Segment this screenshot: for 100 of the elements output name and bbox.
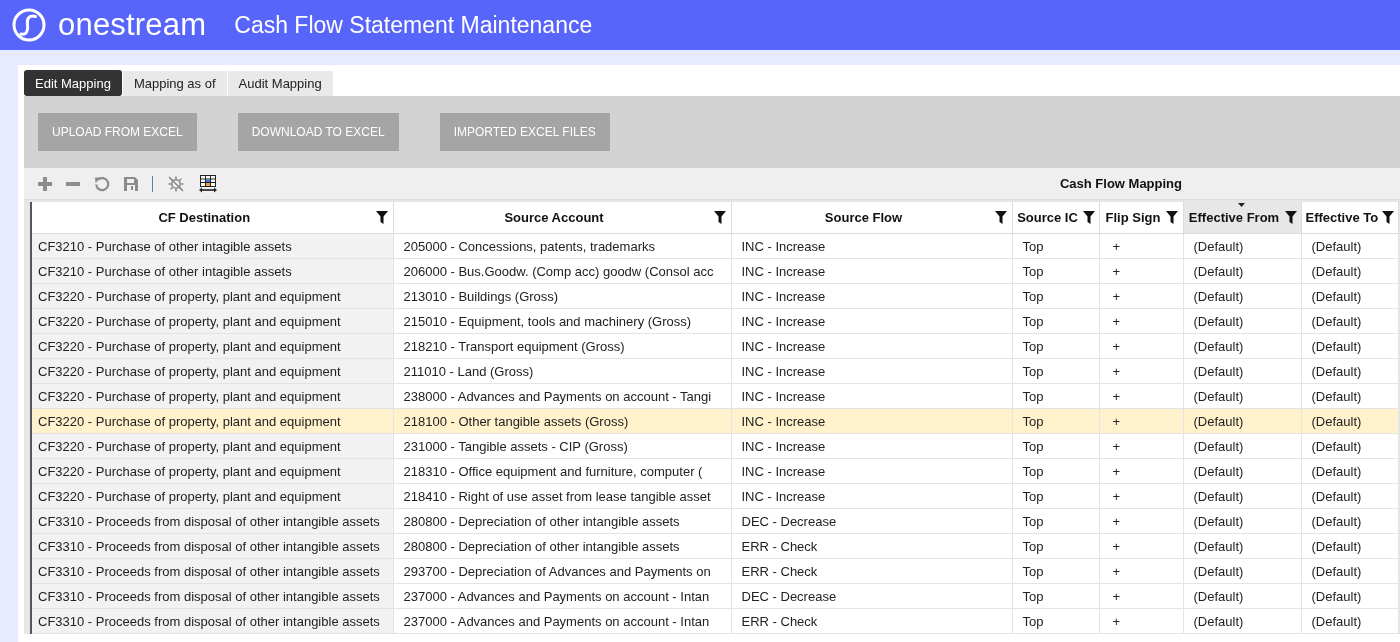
column-header[interactable]: Effective To — [1301, 202, 1398, 234]
table-cell: CF3310 - Proceeds from disposal of other intangible assets — [31, 533, 393, 559]
tab[interactable]: Mapping as of — [122, 71, 227, 96]
column-label: Source IC — [1017, 210, 1078, 225]
table-cell: 205000 - Concessions, patents, trademarks — [393, 233, 731, 259]
table-cell: (Default) — [1183, 358, 1301, 384]
table-cell: Top — [1012, 233, 1099, 259]
table-cell: (Default) — [1301, 333, 1398, 359]
column-header[interactable]: Effective From — [1183, 202, 1301, 234]
table-row[interactable]: CF3310 - Proceeds from disposal of other intangible assets 280800 - Depreciation of other intangible assets DEC - Decrease Top + (Default) (Default) — [31, 508, 1398, 534]
table-cell: Top — [1012, 358, 1099, 384]
column-label: Effective To — [1305, 210, 1379, 225]
table-cell: (Default) — [1301, 233, 1398, 259]
table-row[interactable]: CF3210 - Purchase of other intagible assets 206000 - Bus.Goodw. (Comp acc) goodw (Consol acc INC - Increase Top + (Default) (Default) — [31, 258, 1398, 284]
table-cell: (Default) — [1183, 458, 1301, 484]
table-cell: + — [1099, 233, 1183, 259]
table-cell: Top — [1012, 583, 1099, 609]
column-label: Effective From — [1188, 210, 1280, 225]
table-cell: (Default) — [1183, 508, 1301, 534]
table-row[interactable]: CF3220 - Purchase of property, plant and equipment 218410 - Right of use asset from lease tangible asset INC - Increase Top + (Default) (Default) — [31, 483, 1398, 509]
table-cell: + — [1099, 283, 1183, 309]
table-cell: + — [1099, 608, 1183, 634]
table-cell: CF3220 - Purchase of property, plant and equipment — [31, 283, 393, 309]
tab[interactable]: Audit Mapping — [227, 71, 333, 96]
table-cell: (Default) — [1183, 258, 1301, 284]
filter-icon[interactable] — [714, 211, 727, 224]
table-cell: (Default) — [1183, 558, 1301, 584]
grid-resize-icon[interactable] — [199, 174, 217, 193]
filter-icon[interactable] — [995, 211, 1008, 224]
logo-icon — [12, 8, 46, 42]
table-cell: Top — [1012, 258, 1099, 284]
table-cell: + — [1099, 358, 1183, 384]
table-cell: INC - Increase — [731, 458, 1012, 484]
table-cell: INC - Increase — [731, 308, 1012, 334]
save-icon[interactable] — [124, 176, 138, 191]
table-cell: (Default) — [1183, 383, 1301, 409]
table-row[interactable]: CF3220 - Purchase of property, plant and equipment 215010 - Equipment, tools and machinery (Gross) INC - Increase Top + (Default) (Default) — [31, 308, 1398, 334]
table-cell: 237000 - Advances and Payments on account - Intan — [393, 583, 731, 609]
table-cell: DEC - Decrease — [731, 508, 1012, 534]
table-row[interactable]: CF3220 - Purchase of property, plant and equipment 211010 - Land (Gross) INC - Increase Top + (Default) (Default) — [31, 358, 1398, 384]
table-cell: + — [1099, 583, 1183, 609]
filter-icon[interactable] — [1166, 211, 1179, 224]
table-cell: CF3310 - Proceeds from disposal of other intangible assets — [31, 583, 393, 609]
table-cell: (Default) — [1183, 483, 1301, 509]
table-cell: (Default) — [1301, 458, 1398, 484]
table-row[interactable]: CF3220 - Purchase of property, plant and equipment 213010 - Buildings (Gross) INC - Increase Top + (Default) (Default) — [31, 283, 1398, 309]
table-row[interactable]: CF3220 - Purchase of property, plant and equipment 231000 - Tangible assets - CIP (Gross) INC - Increase Top + (Default) (Default) — [31, 433, 1398, 459]
slashed-gear-icon[interactable] — [167, 174, 185, 193]
table-cell: (Default) — [1183, 533, 1301, 559]
column-header[interactable]: CF Destination — [31, 202, 393, 234]
table-cell: + — [1099, 483, 1183, 509]
table-row[interactable]: CF3310 - Proceeds from disposal of other intangible assets 237000 - Advances and Payments on account - Intan ERR - Check Top + (Default) (Default) — [31, 608, 1398, 634]
table-cell: (Default) — [1301, 608, 1398, 634]
table-cell: 218210 - Transport equipment (Gross) — [393, 333, 731, 359]
table-cell: CF3310 - Proceeds from disposal of other intangible assets — [31, 608, 393, 634]
table-cell: Top — [1012, 458, 1099, 484]
table-cell: 231000 - Tangible assets - CIP (Gross) — [393, 433, 731, 459]
column-header[interactable]: Source Flow — [731, 202, 1012, 234]
table-cell: INC - Increase — [731, 258, 1012, 284]
refresh-icon[interactable] — [94, 175, 110, 192]
table-cell: CF3220 - Purchase of property, plant and equipment — [31, 333, 393, 359]
table-cell: INC - Increase — [731, 383, 1012, 409]
column-header[interactable]: Source Account — [393, 202, 731, 234]
table-cell: CF3310 - Proceeds from disposal of other intangible assets — [31, 508, 393, 534]
filter-icon[interactable] — [1382, 211, 1395, 224]
column-label: CF Destination — [158, 210, 251, 225]
table-cell: CF3220 - Purchase of property, plant and equipment — [31, 358, 393, 384]
table-cell: (Default) — [1301, 558, 1398, 584]
table-row[interactable]: CF3220 - Purchase of property, plant and equipment 218210 - Transport equipment (Gross) INC - Increase Top + (Default) (Default) — [31, 333, 1398, 359]
table-cell: 215010 - Equipment, tools and machinery (Gross) — [393, 308, 731, 334]
table-cell: (Default) — [1183, 283, 1301, 309]
filter-icon[interactable] — [1082, 211, 1095, 224]
table-cell: Top — [1012, 408, 1099, 434]
table-cell: + — [1099, 383, 1183, 409]
table-cell: Top — [1012, 483, 1099, 509]
table-cell: + — [1099, 433, 1183, 459]
table-row[interactable]: CF3220 - Purchase of property, plant and equipment 218310 - Office equipment and furniture, computer ( INC - Increase Top + (Default) (Default) — [31, 458, 1398, 484]
table-row[interactable]: CF3210 - Purchase of other intagible assets 205000 - Concessions, patents, trademarks INC - Increase Top + (Default) (Default) — [31, 233, 1398, 259]
table-row[interactable]: CF3220 - Purchase of property, plant and equipment 238000 - Advances and Payments on account - Tangi INC - Increase Top + (Default) (Default) — [31, 383, 1398, 409]
table-cell: CF3220 - Purchase of property, plant and equipment — [31, 483, 393, 509]
table-cell: + — [1099, 333, 1183, 359]
table-row[interactable]: CF3310 - Proceeds from disposal of other intangible assets 293700 - Depreciation of Advances and Payments on ERR - Check Top + (Default) (Default) — [31, 558, 1398, 584]
tab[interactable]: Edit Mapping — [24, 70, 122, 96]
minus-icon[interactable] — [66, 181, 80, 186]
column-header[interactable]: Flip Sign — [1099, 202, 1183, 234]
table-row[interactable]: CF3310 - Proceeds from disposal of other intangible assets 280800 - Depreciation of other intangible assets ERR - Check Top + (Default) (Default) — [31, 533, 1398, 559]
table-row[interactable]: CF3310 - Proceeds from disposal of other intangible assets 237000 - Advances and Payments on account - Intan DEC - Decrease Top + (Default) (Default) — [31, 583, 1398, 609]
table-cell: Top — [1012, 533, 1099, 559]
plus-icon[interactable] — [38, 176, 52, 191]
table-cell: ERR - Check — [731, 533, 1012, 559]
filter-icon[interactable] — [1284, 211, 1297, 224]
table-cell: + — [1099, 558, 1183, 584]
table-cell: (Default) — [1301, 483, 1398, 509]
sort-arrow-icon — [1238, 203, 1245, 207]
table-row[interactable]: CF3220 - Purchase of property, plant and equipment 218100 - Other tangible assets (Gross) INC - Increase Top + (Default) (Default) — [31, 408, 1398, 434]
filter-icon[interactable] — [376, 211, 389, 224]
column-header[interactable]: Source IC — [1012, 202, 1099, 234]
table-cell: (Default) — [1301, 533, 1398, 559]
table-cell: (Default) — [1301, 383, 1398, 409]
table-cell: INC - Increase — [731, 283, 1012, 309]
